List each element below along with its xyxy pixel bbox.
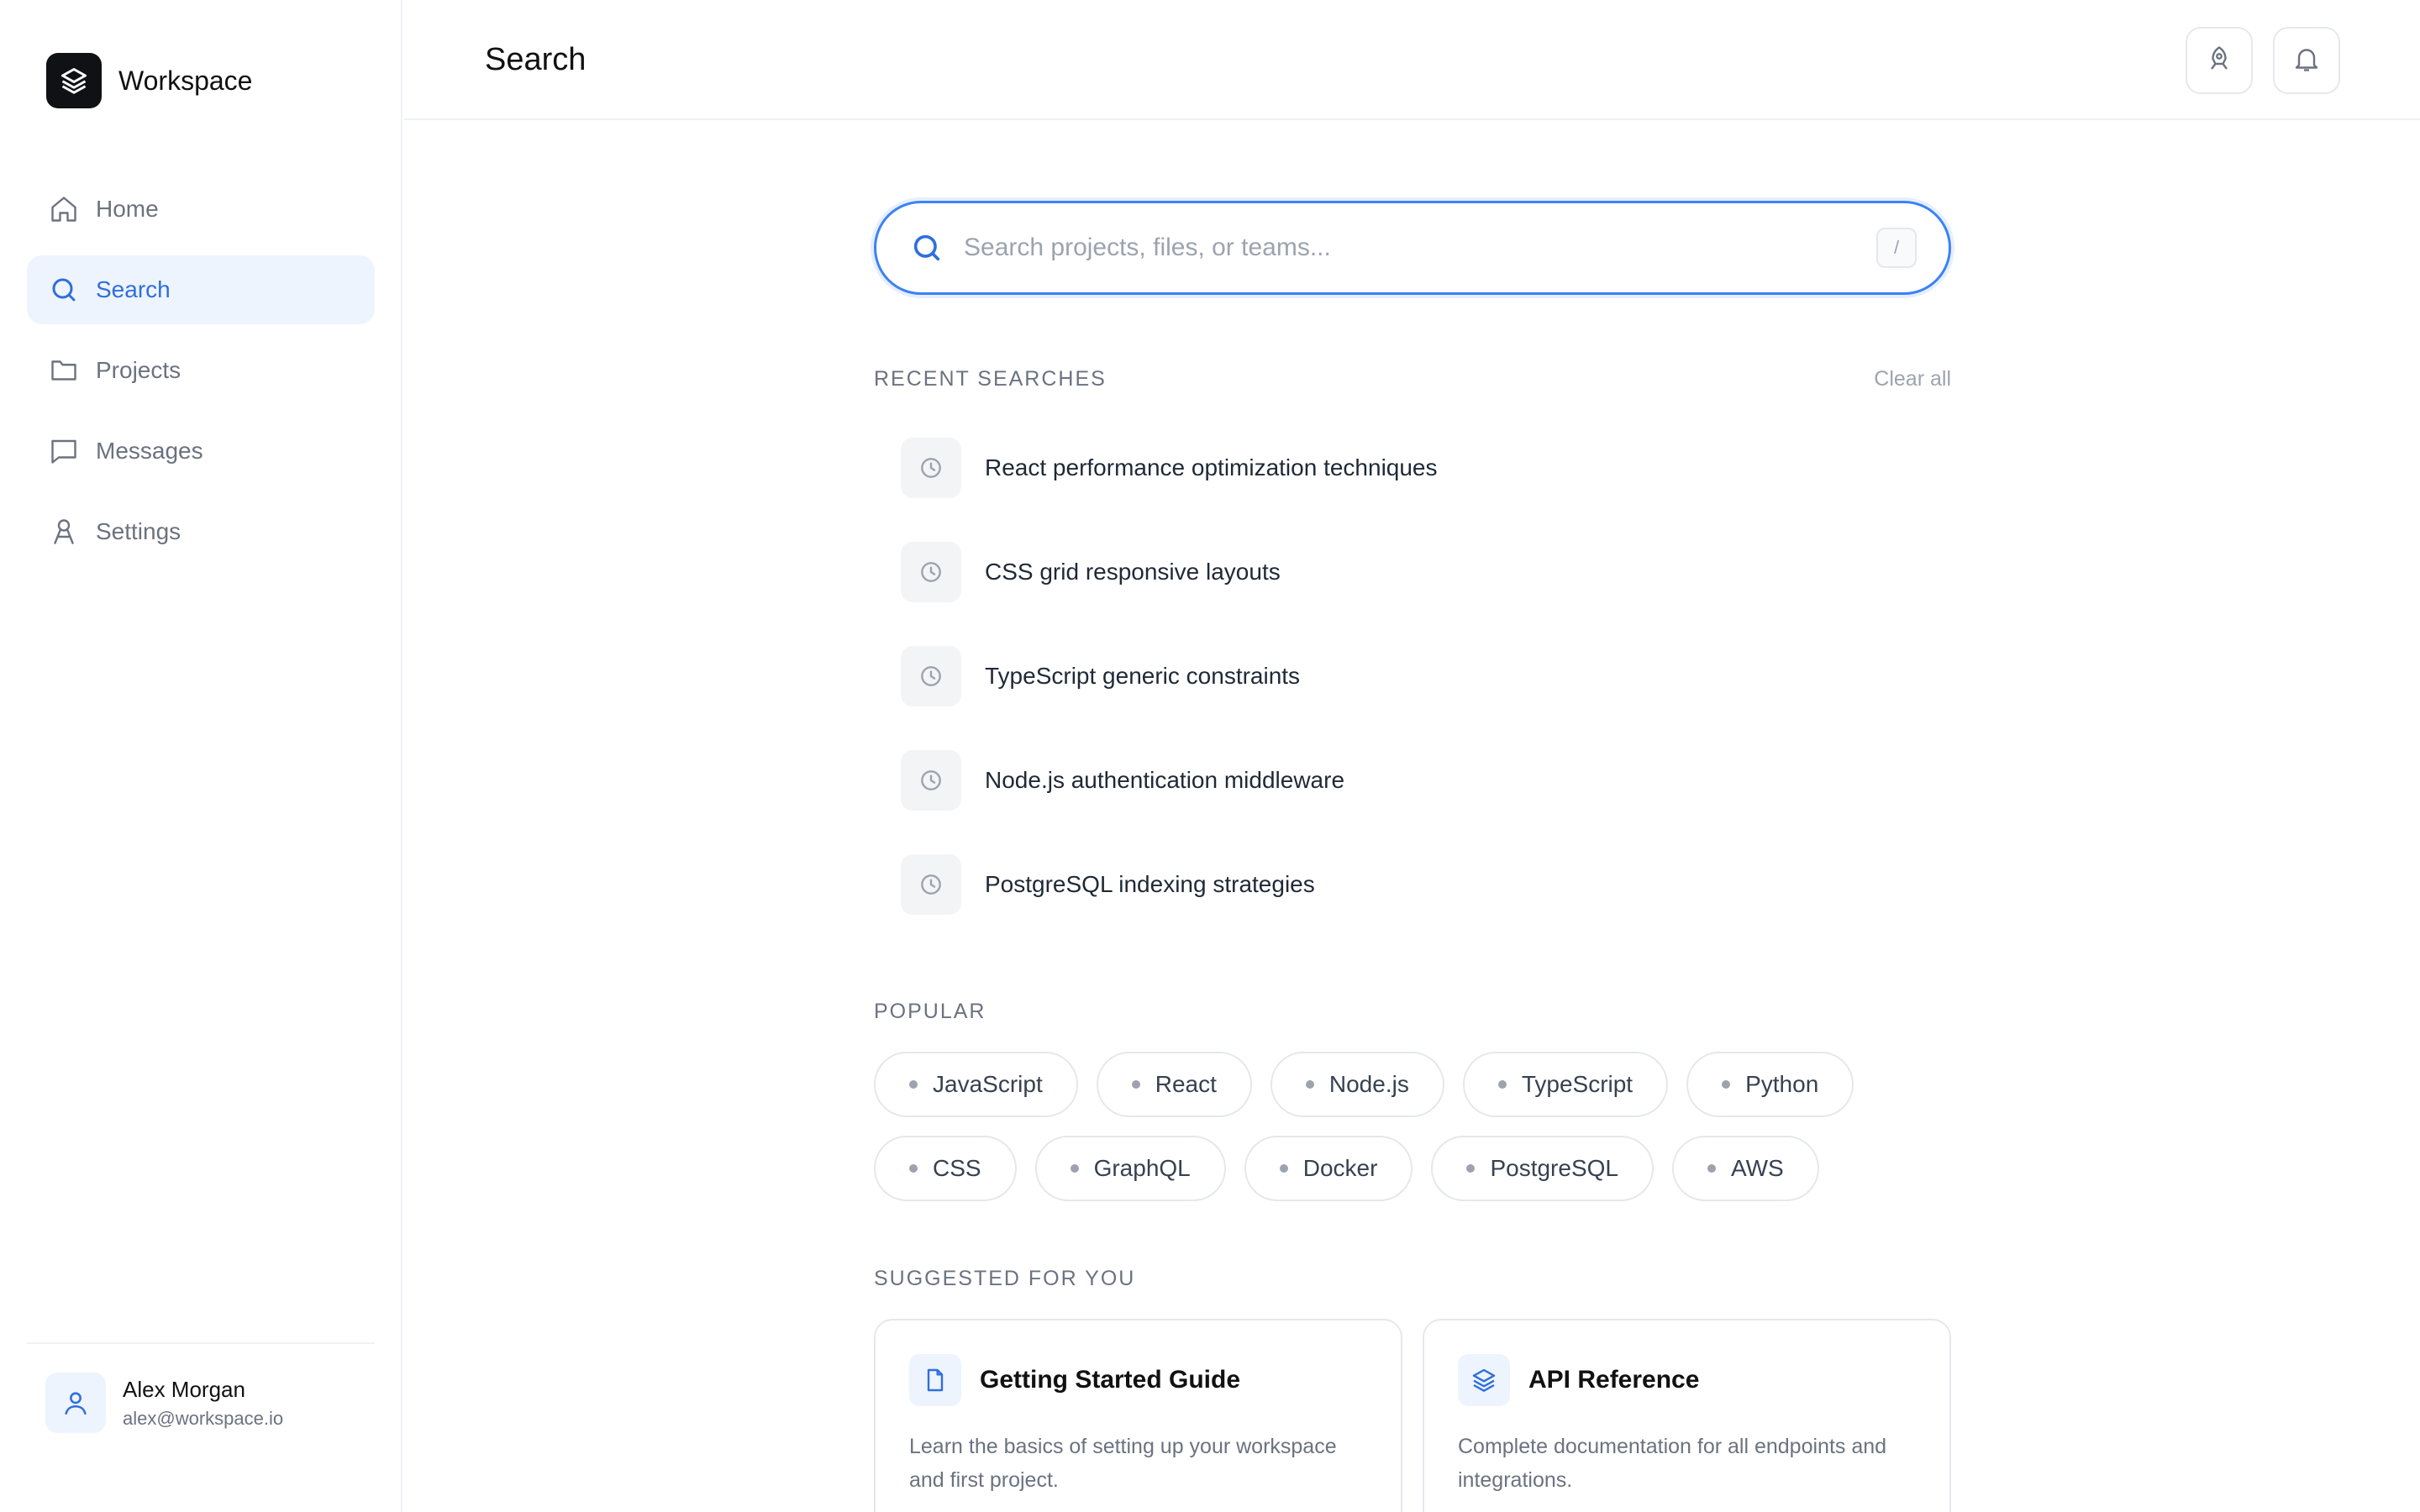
recent-search-text: TypeScript generic constraints xyxy=(985,663,1301,689)
message-icon xyxy=(47,434,81,468)
clock-icon xyxy=(901,750,961,811)
bell-icon xyxy=(2291,44,2322,78)
recent-searches-list: React performance optimization technique… xyxy=(901,438,1951,958)
tag-label: GraphQL xyxy=(1093,1155,1191,1181)
tag-dot xyxy=(1131,1080,1140,1089)
popular-heading: POPULAR xyxy=(874,1000,986,1023)
popular-tag[interactable]: Docker xyxy=(1244,1136,1413,1201)
sidebar-item-label: Projects xyxy=(96,357,182,383)
tag-dot xyxy=(909,1080,918,1089)
sidebar-item-search[interactable]: Search xyxy=(27,255,375,324)
tag-dot xyxy=(1722,1080,1731,1089)
tag-label: AWS xyxy=(1730,1155,1784,1181)
sidebar: Workspace Home Search Projects Messages xyxy=(0,0,402,1512)
sidebar-item-messages[interactable]: Messages xyxy=(27,417,375,486)
sidebar-item-label: Settings xyxy=(96,518,182,544)
recent-search-item[interactable]: PostgreSQL indexing strategies xyxy=(901,854,1951,915)
user-profile[interactable]: Alex Morgan alex@workspace.io xyxy=(27,1342,375,1433)
popular-tag[interactable]: GraphQL xyxy=(1034,1136,1226,1201)
sidebar-item-home[interactable]: Home xyxy=(27,175,375,244)
recent-searches-heading: RECENT SEARCHES xyxy=(874,367,1107,391)
clock-icon xyxy=(901,854,961,915)
user-info: Alex Morgan alex@workspace.io xyxy=(123,1377,283,1430)
tag-label: Node.js xyxy=(1328,1071,1409,1097)
search-icon xyxy=(47,273,81,307)
rocket-icon xyxy=(2204,44,2234,78)
folder-icon xyxy=(47,354,81,387)
card-title: API Reference xyxy=(1528,1366,1700,1394)
top-bar: Search xyxy=(404,0,2420,120)
sidebar-item-settings[interactable]: Settings xyxy=(27,497,375,566)
recent-search-item[interactable]: CSS grid responsive layouts xyxy=(901,542,1951,602)
popular-tags-row-2: CSS GraphQL Docker PostgreSQL AWS xyxy=(874,1136,1951,1201)
card-title: Getting Started Guide xyxy=(980,1366,1241,1394)
tag-dot xyxy=(1466,1164,1476,1173)
brand[interactable]: Workspace xyxy=(46,53,252,108)
popular-tag[interactable]: Node.js xyxy=(1270,1052,1444,1117)
tag-label: React xyxy=(1155,1071,1217,1097)
suggested-card-getting-started[interactable]: Getting Started Guide Learn the basics o… xyxy=(874,1319,1402,1512)
search-input[interactable] xyxy=(964,234,1876,262)
home-icon xyxy=(47,192,81,226)
clock-icon xyxy=(901,542,961,602)
layers-logo-icon xyxy=(46,53,102,108)
clock-icon xyxy=(901,646,961,706)
tag-dot xyxy=(1497,1080,1507,1089)
sidebar-item-label: Search xyxy=(96,276,171,302)
popular-tag[interactable]: JavaScript xyxy=(874,1052,1078,1117)
user-email: alex@workspace.io xyxy=(123,1407,284,1429)
rocket-button[interactable] xyxy=(2186,27,2253,94)
layers-icon xyxy=(1458,1354,1510,1406)
sidebar-item-projects[interactable]: Projects xyxy=(27,336,375,405)
popular-tag[interactable]: PostgreSQL xyxy=(1431,1136,1654,1201)
recent-search-text: React performance optimization technique… xyxy=(985,454,1438,480)
recent-search-text: CSS grid responsive layouts xyxy=(985,559,1281,585)
popular-tag[interactable]: Python xyxy=(1686,1052,1854,1117)
popular-tag[interactable]: CSS xyxy=(874,1136,1017,1201)
settings-icon xyxy=(47,515,81,549)
recent-search-item[interactable]: React performance optimization technique… xyxy=(901,438,1951,498)
keyboard-shortcut-hint: / xyxy=(1876,228,1917,268)
sidebar-item-label: Home xyxy=(96,196,159,222)
suggested-cards: Getting Started Guide Learn the basics o… xyxy=(874,1319,1951,1512)
tag-dot xyxy=(909,1164,918,1173)
page-title: Search xyxy=(485,42,587,77)
tag-dot xyxy=(1279,1164,1288,1173)
tag-dot xyxy=(1070,1164,1079,1173)
tag-dot xyxy=(1305,1080,1314,1089)
recent-search-text: PostgreSQL indexing strategies xyxy=(985,871,1315,897)
tag-label: CSS xyxy=(933,1155,981,1181)
brand-name: Workspace xyxy=(118,65,253,96)
tag-label: PostgreSQL xyxy=(1490,1155,1618,1181)
tag-dot xyxy=(1707,1164,1716,1173)
clock-icon xyxy=(901,438,961,498)
sidebar-item-label: Messages xyxy=(96,438,203,464)
card-description: Complete documentation for all endpoints… xyxy=(1458,1435,1887,1492)
notifications-button[interactable] xyxy=(2273,27,2340,94)
clear-all-button[interactable]: Clear all xyxy=(1874,367,1951,391)
suggested-card-api-reference[interactable]: API Reference Complete documentation for… xyxy=(1423,1319,1951,1512)
tag-label: Python xyxy=(1745,1071,1819,1097)
popular-tag[interactable]: TypeScript xyxy=(1462,1052,1669,1117)
card-description: Learn the basics of setting up your work… xyxy=(909,1435,1337,1492)
suggested-heading: SUGGESTED FOR YOU xyxy=(874,1267,1136,1290)
tag-label: Docker xyxy=(1302,1155,1378,1181)
avatar xyxy=(45,1373,106,1433)
popular-tag[interactable]: React xyxy=(1096,1052,1252,1117)
search-icon xyxy=(908,229,945,266)
recent-search-text: Node.js authentication middleware xyxy=(985,767,1345,793)
search-bar[interactable]: / xyxy=(874,201,1951,295)
recent-search-item[interactable]: TypeScript generic constraints xyxy=(901,646,1951,706)
recent-search-item[interactable]: Node.js authentication middleware xyxy=(901,750,1951,811)
tag-label: TypeScript xyxy=(1521,1071,1634,1097)
tag-label: JavaScript xyxy=(933,1071,1043,1097)
popular-tags-row-1: JavaScript React Node.js TypeScript Pyth… xyxy=(874,1052,1951,1117)
document-icon xyxy=(909,1354,961,1406)
popular-tag[interactable]: AWS xyxy=(1671,1136,1819,1201)
sidebar-nav: Home Search Projects Messages Settings xyxy=(27,175,375,578)
user-name: Alex Morgan xyxy=(123,1376,245,1402)
